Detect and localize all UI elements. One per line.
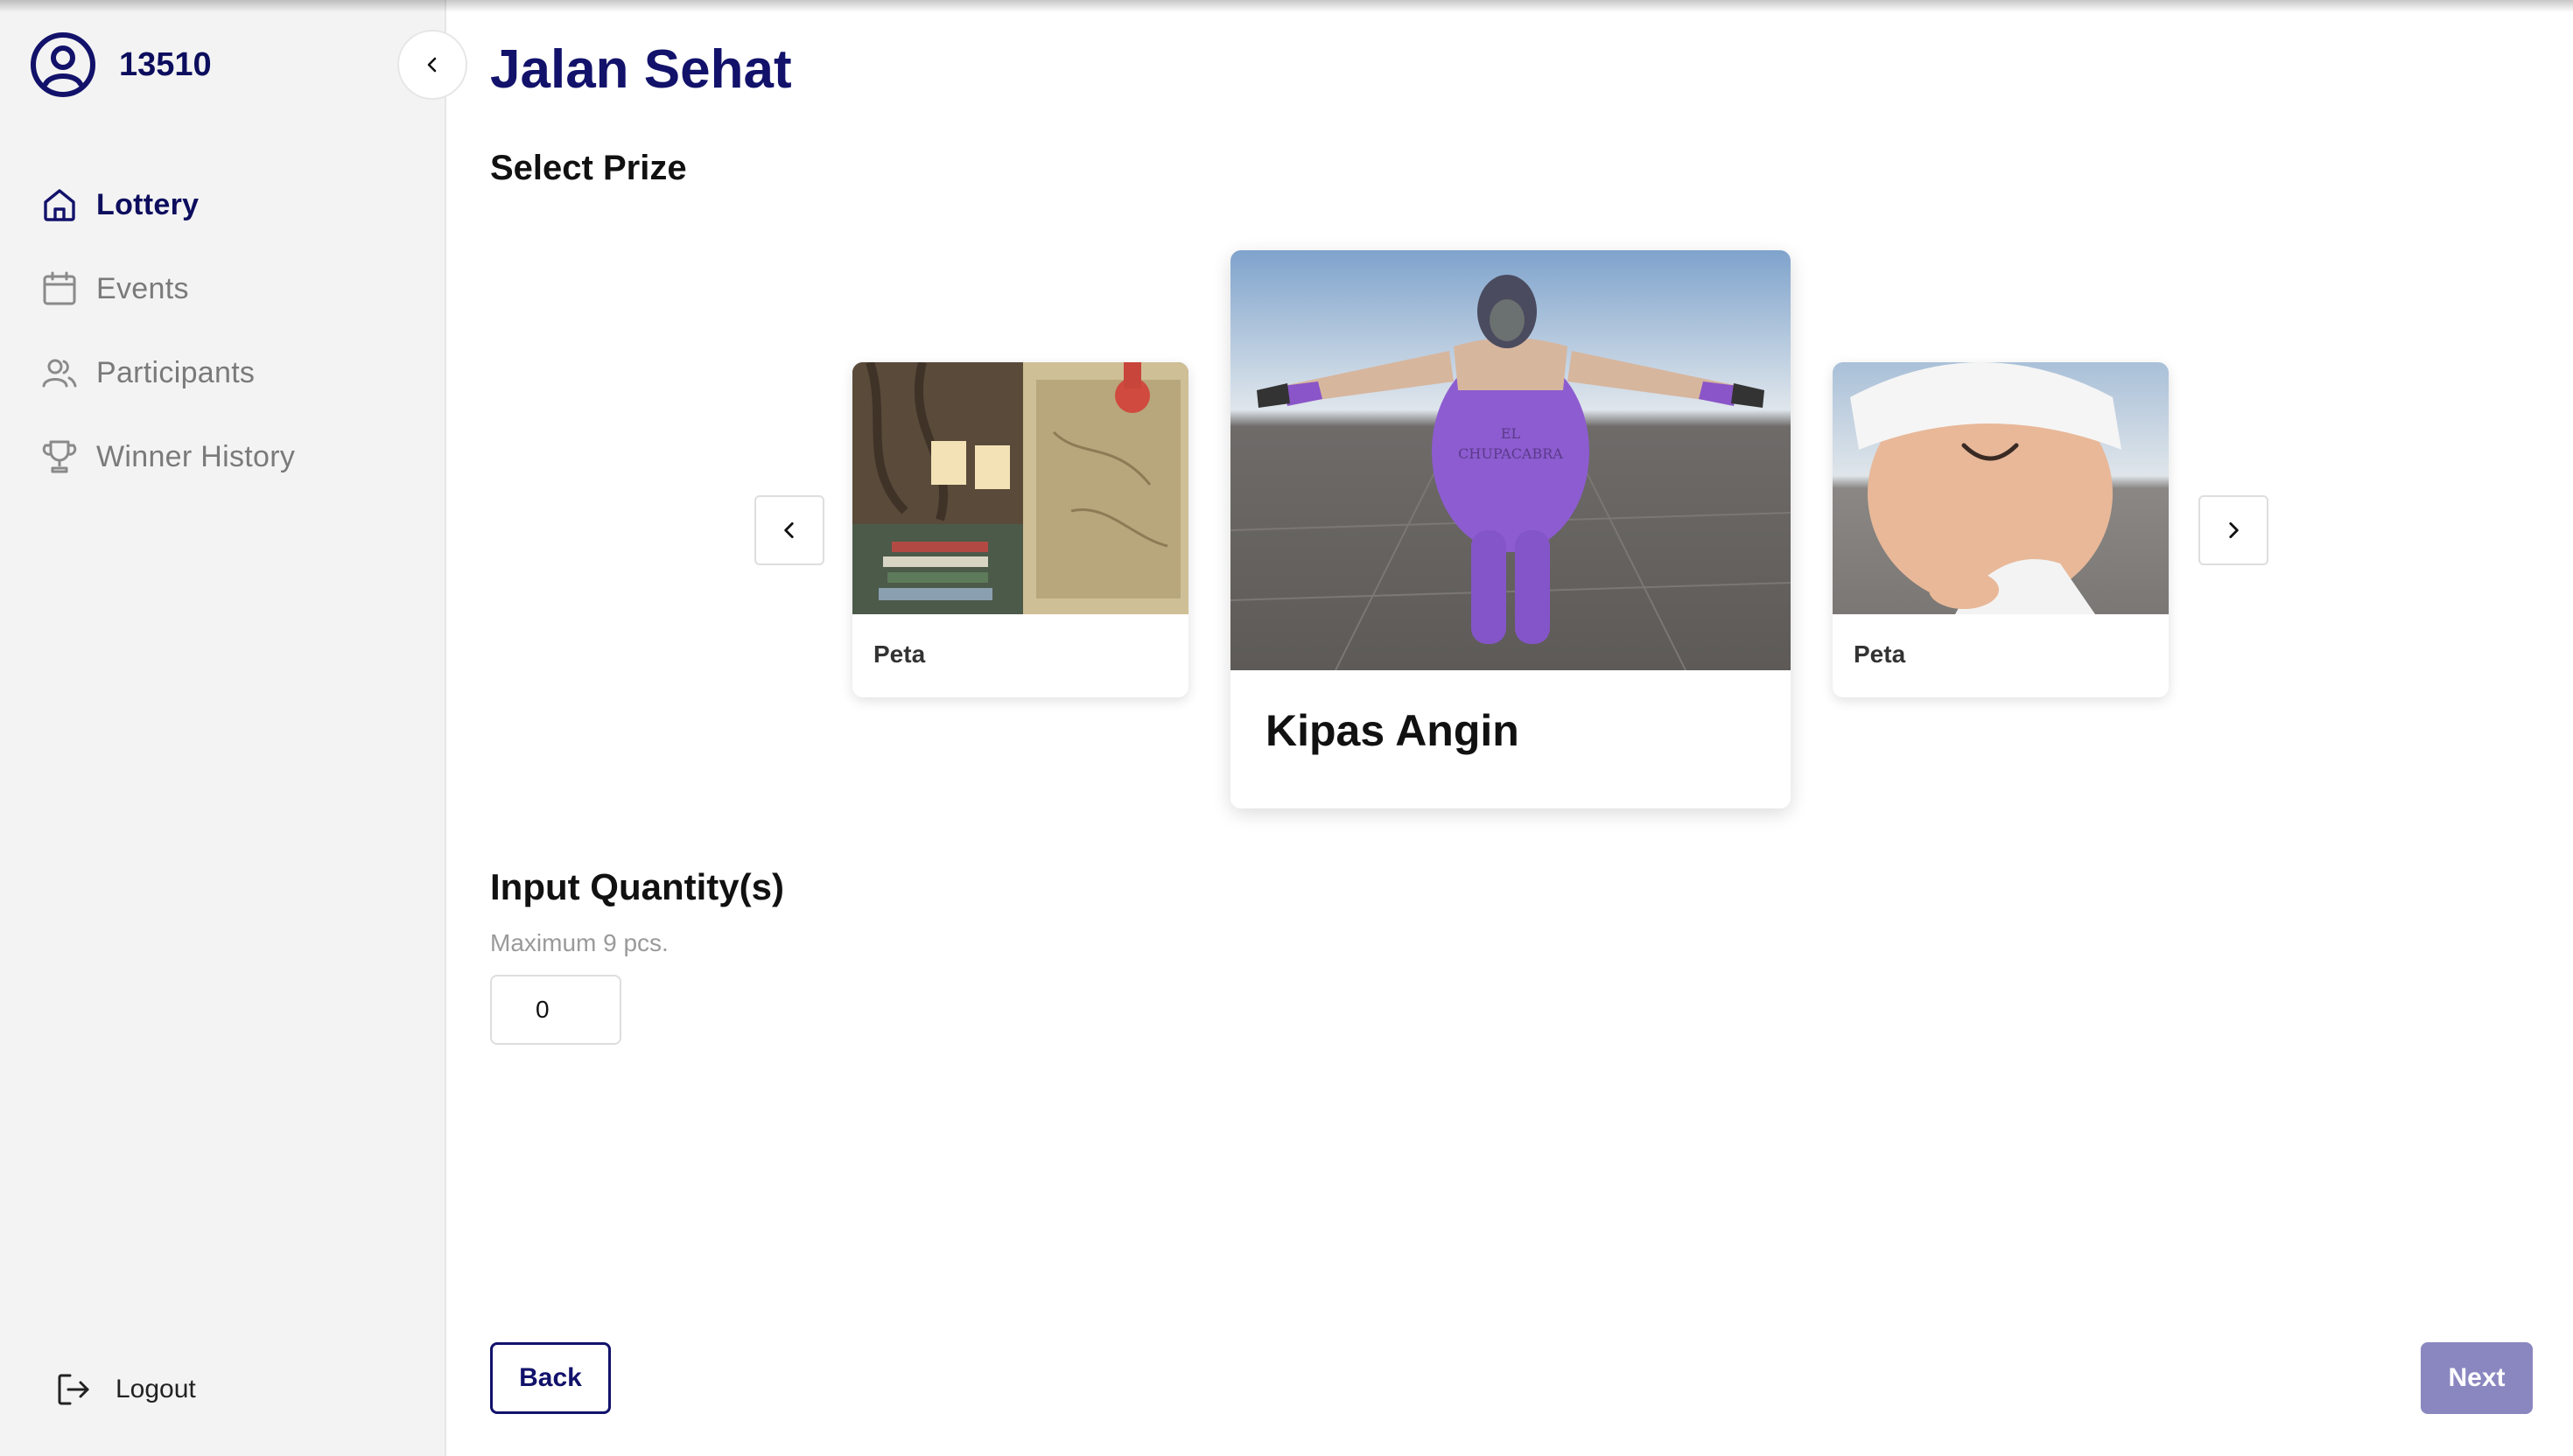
carousel-prev-button[interactable] [754,495,824,565]
quantity-hint: Maximum 9 pcs. [490,929,669,956]
prize-card-selected[interactable]: EL CHUPACABRA Kipas Angin [1230,250,1791,808]
prize-name: Kipas Angin [1265,706,1519,755]
sidebar-nav: Lottery Events Participants Winner Histo… [40,163,295,499]
select-prize-heading: Select Prize [490,149,687,187]
chevron-left-icon [427,57,437,73]
sidebar-item-participants[interactable]: Participants [40,331,295,415]
home-icon [44,189,75,221]
prize-carousel: Peta EL CHUPACABRA Kipas Angin Peta [448,236,2573,849]
sidebar-item-events[interactable]: Events [40,247,295,331]
sidebar-item-label: Participants [96,355,256,389]
prize-name: Peta [1854,640,1906,668]
sidebar-item-winner-history[interactable]: Winner History [40,415,295,499]
shirt-text: EL [1501,425,1521,442]
quantity-input[interactable] [490,975,621,1045]
calendar-icon [43,271,76,305]
sidebar-item-label: Lottery [96,187,200,221]
prize-card[interactable]: Peta [1833,362,2169,697]
page-title: Jalan Sehat [490,39,792,100]
prize-name: Peta [873,640,926,668]
collapse-sidebar-button[interactable] [397,30,467,100]
top-shadow [0,0,2573,12]
chevron-left-icon [784,522,794,538]
user-id: 13510 [119,46,212,83]
back-button[interactable]: Back [490,1342,611,1414]
prize-image [1833,362,2169,614]
prize-card[interactable]: Peta [852,362,1188,697]
quantity-heading: Input Quantity(s) [490,866,784,907]
sidebar-item-label: Events [96,271,189,305]
sidebar: 13510 Lottery Events Participants Winner… [0,0,446,1456]
next-button[interactable]: Next [2421,1342,2533,1414]
sidebar-item-label: Winner History [96,439,296,473]
prize-image [852,362,1188,614]
shirt-text: CHUPACABRA [1458,445,1563,462]
users-icon [42,359,77,388]
carousel-next-button[interactable] [2198,495,2268,565]
logout-icon [58,1374,89,1405]
user-avatar-icon [31,32,95,97]
logout-label: Logout [116,1375,196,1404]
main-content: Jalan Sehat Select Prize Peta EL CHUPACA… [448,0,2573,1456]
sidebar-item-lottery[interactable]: Lottery [40,163,295,247]
chevron-right-icon [2229,522,2239,538]
prize-image: EL CHUPACABRA [1230,250,1791,670]
logout-button[interactable]: Logout [54,1370,196,1409]
trophy-icon [42,440,77,473]
user-brand: 13510 [30,32,212,98]
